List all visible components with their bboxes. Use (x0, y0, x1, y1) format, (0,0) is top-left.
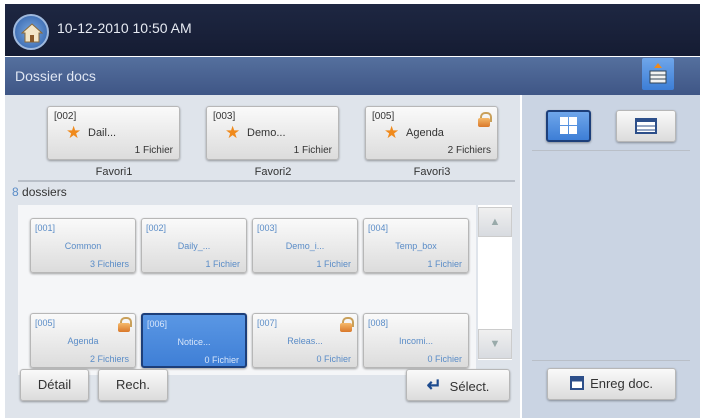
grid-icon (560, 117, 577, 134)
datetime: 10-12-2010 10:50 AM (57, 20, 192, 36)
home-icon (21, 23, 43, 43)
arrow-down-icon: ▼ (489, 338, 501, 350)
divider (532, 150, 690, 151)
folder-id: [007] (257, 318, 278, 328)
folder-name: Dail... (88, 127, 117, 139)
file-count: 0 Fichier (427, 354, 462, 364)
folder-id: [001] (35, 223, 56, 233)
folder-name: Notice... (177, 337, 211, 347)
star-icon: ★ (384, 123, 400, 142)
folder-id: [005] (35, 318, 56, 328)
file-count: 1 Fichier (316, 259, 351, 269)
list-view-button[interactable] (616, 110, 676, 142)
folder-tile[interactable]: [002] Daily_... 1 Fichier (141, 218, 247, 273)
folder-name: Demo... (247, 127, 286, 139)
folder-count-label: dossiers (18, 185, 67, 199)
save-label: Enreg doc. (590, 376, 653, 391)
file-count: 1 Fichier (205, 259, 240, 269)
grid-view-button[interactable] (546, 110, 591, 142)
file-count: 1 Fichier (134, 145, 173, 156)
folder-name: Agenda (67, 336, 99, 346)
home-button[interactable] (13, 14, 49, 50)
folder-count: 8 dossiers (12, 185, 67, 199)
folder-count-number: 8 (12, 185, 19, 199)
page-title: Dossier docs (15, 68, 96, 84)
folder-name: Daily_... (177, 241, 211, 251)
select-label: Sélect. (449, 379, 490, 394)
select-button[interactable]: ↵ Sélect. (406, 369, 510, 401)
favorite-label: Favori3 (413, 166, 451, 178)
folder-name: Releas... (287, 336, 323, 346)
folder-name: Temp_box (395, 241, 437, 251)
status-bar: 10-12-2010 10:50 AM (5, 4, 700, 56)
divider (18, 180, 515, 182)
folder-tile[interactable]: [001] Common 3 Fichiers (30, 218, 136, 273)
file-count: 0 Fichier (204, 355, 239, 365)
folder-name: Common (64, 241, 102, 251)
folder-id: [002] (54, 111, 77, 122)
file-count: 2 Fichiers (89, 354, 129, 364)
folder-tile[interactable]: [004] Temp_box 1 Fichier (363, 218, 469, 273)
title-bar: Dossier docs (5, 57, 700, 95)
search-button[interactable]: Rech. (98, 369, 168, 401)
add-folder-button[interactable] (642, 58, 674, 90)
folder-id: [004] (368, 223, 389, 233)
list-icon (635, 118, 657, 134)
favorite-button-1[interactable]: [002] ★ Dail... 1 Fichier (47, 106, 180, 160)
star-icon: ★ (225, 123, 241, 142)
lock-icon (478, 112, 492, 127)
file-count: 1 Fichier (427, 259, 462, 269)
scroll-down-button[interactable]: ▼ (478, 329, 512, 359)
enter-icon: ↵ (426, 375, 442, 395)
file-count: 2 Fichiers (447, 145, 491, 156)
divider (532, 360, 690, 361)
scroll-up-button[interactable]: ▲ (478, 207, 512, 237)
folder-id: [008] (368, 318, 389, 328)
arrow-up-icon: ▲ (489, 216, 501, 228)
save-icon (570, 376, 585, 390)
folder-id: [002] (146, 223, 167, 233)
favorite-button-3[interactable]: [005] ★ Agenda 2 Fichiers (365, 106, 498, 160)
file-count: 3 Fichiers (89, 259, 129, 269)
star-icon: ★ (66, 123, 82, 142)
folder-id: [005] (372, 111, 395, 122)
lock-icon (118, 317, 132, 332)
detail-button[interactable]: Détail (20, 369, 89, 401)
file-count: 0 Fichier (316, 354, 351, 364)
folder-tile[interactable]: [007] Releas... 0 Fichier (252, 313, 358, 368)
folder-tile[interactable]: [008] Incomi... 0 Fichier (363, 313, 469, 368)
scrollbar[interactable]: ▲ ▼ (478, 205, 512, 360)
folder-list: [001] Common 3 Fichiers [002] Daily_... 1 Fi… (18, 205, 476, 375)
file-count: 1 Fichier (293, 145, 332, 156)
favorite-label: Favori2 (254, 166, 292, 178)
folder-name: Agenda (406, 127, 444, 139)
folder-name: Demo_i... (285, 241, 325, 251)
folder-tile-selected[interactable]: [006] Notice... 0 Fichier (141, 313, 247, 368)
lock-icon (340, 317, 354, 332)
favorite-button-2[interactable]: [003] ★ Demo... 1 Fichier (206, 106, 339, 160)
folder-list-icon (649, 63, 667, 84)
save-document-button[interactable]: Enreg doc. (547, 368, 676, 400)
favorite-label: Favori1 (95, 166, 133, 178)
folder-id: [003] (257, 223, 278, 233)
folder-name: Incomi... (398, 336, 433, 346)
folder-id: [006] (147, 319, 168, 329)
folder-tile[interactable]: [003] Demo_i... 1 Fichier (252, 218, 358, 273)
folder-tile[interactable]: [005] Agenda 2 Fichiers (30, 313, 136, 368)
folder-id: [003] (213, 111, 236, 122)
